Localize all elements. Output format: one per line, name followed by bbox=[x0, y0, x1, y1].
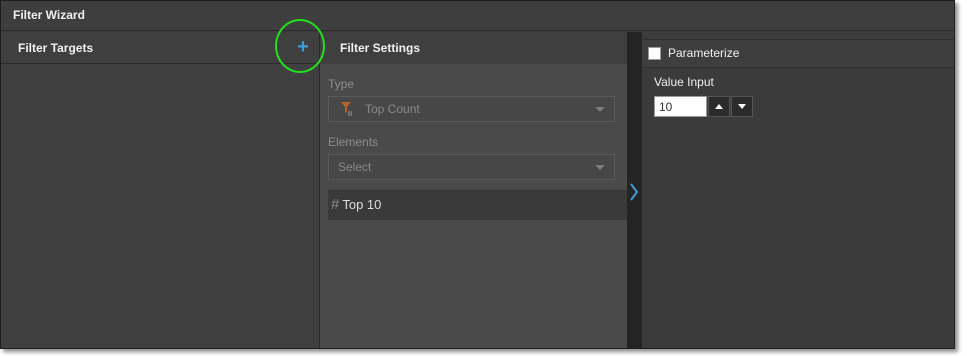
elements-dropdown[interactable]: Select bbox=[328, 154, 615, 180]
parameter-panel-top-strip bbox=[642, 32, 954, 40]
filter-targets-header: Filter Targets + bbox=[1, 32, 319, 64]
hash-icon: # bbox=[331, 196, 340, 213]
increment-button[interactable] bbox=[708, 96, 730, 117]
parameter-panel: Parameterize Value Input bbox=[642, 32, 954, 348]
type-label: Type bbox=[328, 77, 355, 91]
chevron-down-icon bbox=[595, 165, 605, 170]
window-title: Filter Wizard bbox=[1, 1, 954, 31]
type-value: Top Count bbox=[365, 102, 420, 116]
list-item-label: Top 10 bbox=[342, 197, 382, 212]
type-dropdown[interactable]: Top Count bbox=[328, 96, 615, 122]
filter-settings-panel: Filter Settings Type Top Count Elements … bbox=[320, 32, 627, 348]
parameterize-checkbox[interactable] bbox=[648, 47, 661, 60]
list-item[interactable]: # Top 10 bbox=[328, 190, 627, 220]
chevron-right-icon[interactable] bbox=[628, 182, 640, 202]
parameterize-row: Parameterize bbox=[642, 40, 954, 68]
filter-settings-title: Filter Settings bbox=[320, 32, 627, 64]
arrow-up-icon bbox=[715, 104, 723, 109]
arrow-down-icon bbox=[738, 104, 746, 109]
plus-icon: + bbox=[297, 36, 309, 58]
elements-placeholder: Select bbox=[338, 160, 372, 174]
parameterize-label: Parameterize bbox=[668, 46, 740, 60]
panel-splitter[interactable] bbox=[627, 32, 642, 348]
filter-funnel-icon bbox=[341, 102, 352, 116]
chevron-down-icon bbox=[595, 107, 605, 112]
filter-targets-title: Filter Targets bbox=[18, 41, 94, 55]
value-input-field[interactable] bbox=[654, 96, 707, 117]
value-input-label: Value Input bbox=[654, 75, 714, 89]
filter-wizard-window: Filter Wizard Filter Targets + Filter Se… bbox=[0, 0, 955, 349]
add-target-button[interactable]: + bbox=[295, 36, 311, 58]
decrement-button[interactable] bbox=[731, 96, 753, 117]
elements-label: Elements bbox=[328, 135, 379, 149]
filter-targets-panel: Filter Targets + bbox=[1, 32, 320, 348]
